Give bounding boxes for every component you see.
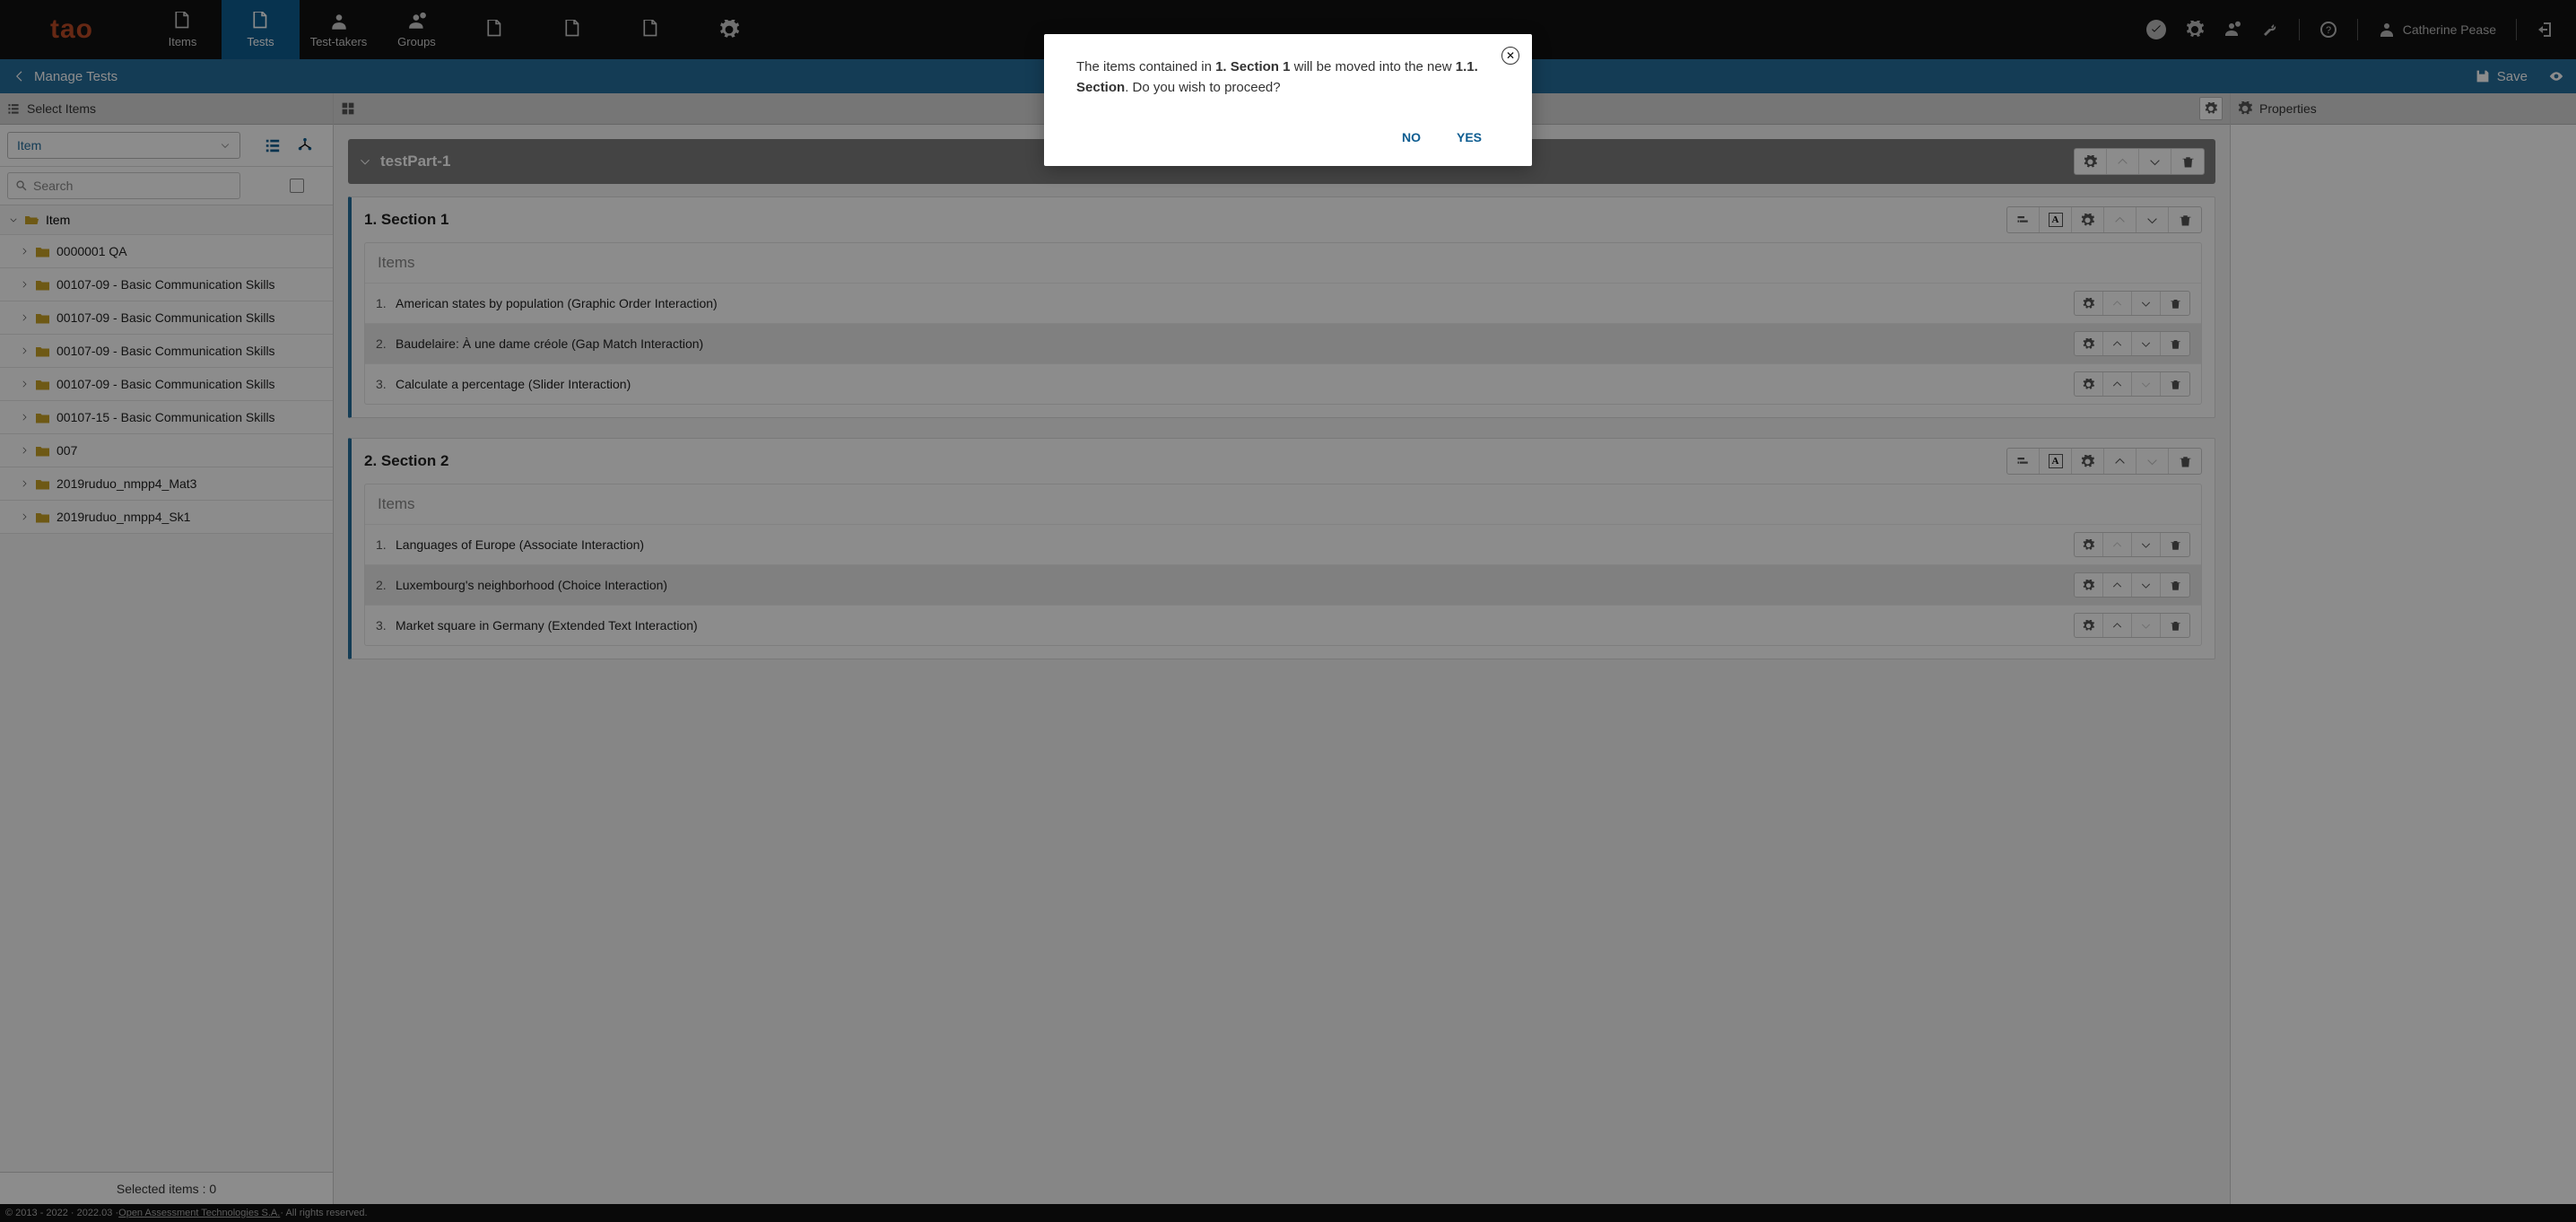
close-button[interactable]: ✕ [1501,47,1519,65]
dialog-source-section: 1. Section 1 [1215,59,1290,74]
dialog-actions: NO YES [1076,130,1500,152]
dialog-text: The items contained in [1076,59,1215,74]
confirm-dialog: ✕ The items contained in 1. Section 1 wi… [1044,34,1532,166]
no-button[interactable]: NO [1402,130,1421,144]
dialog-text: will be moved into the new [1290,59,1455,74]
yes-button[interactable]: YES [1457,130,1482,144]
dialog-message: The items contained in 1. Section 1 will… [1076,57,1500,98]
modal-overlay [0,0,2576,1222]
dialog-text: . Do you wish to proceed? [1125,80,1280,95]
